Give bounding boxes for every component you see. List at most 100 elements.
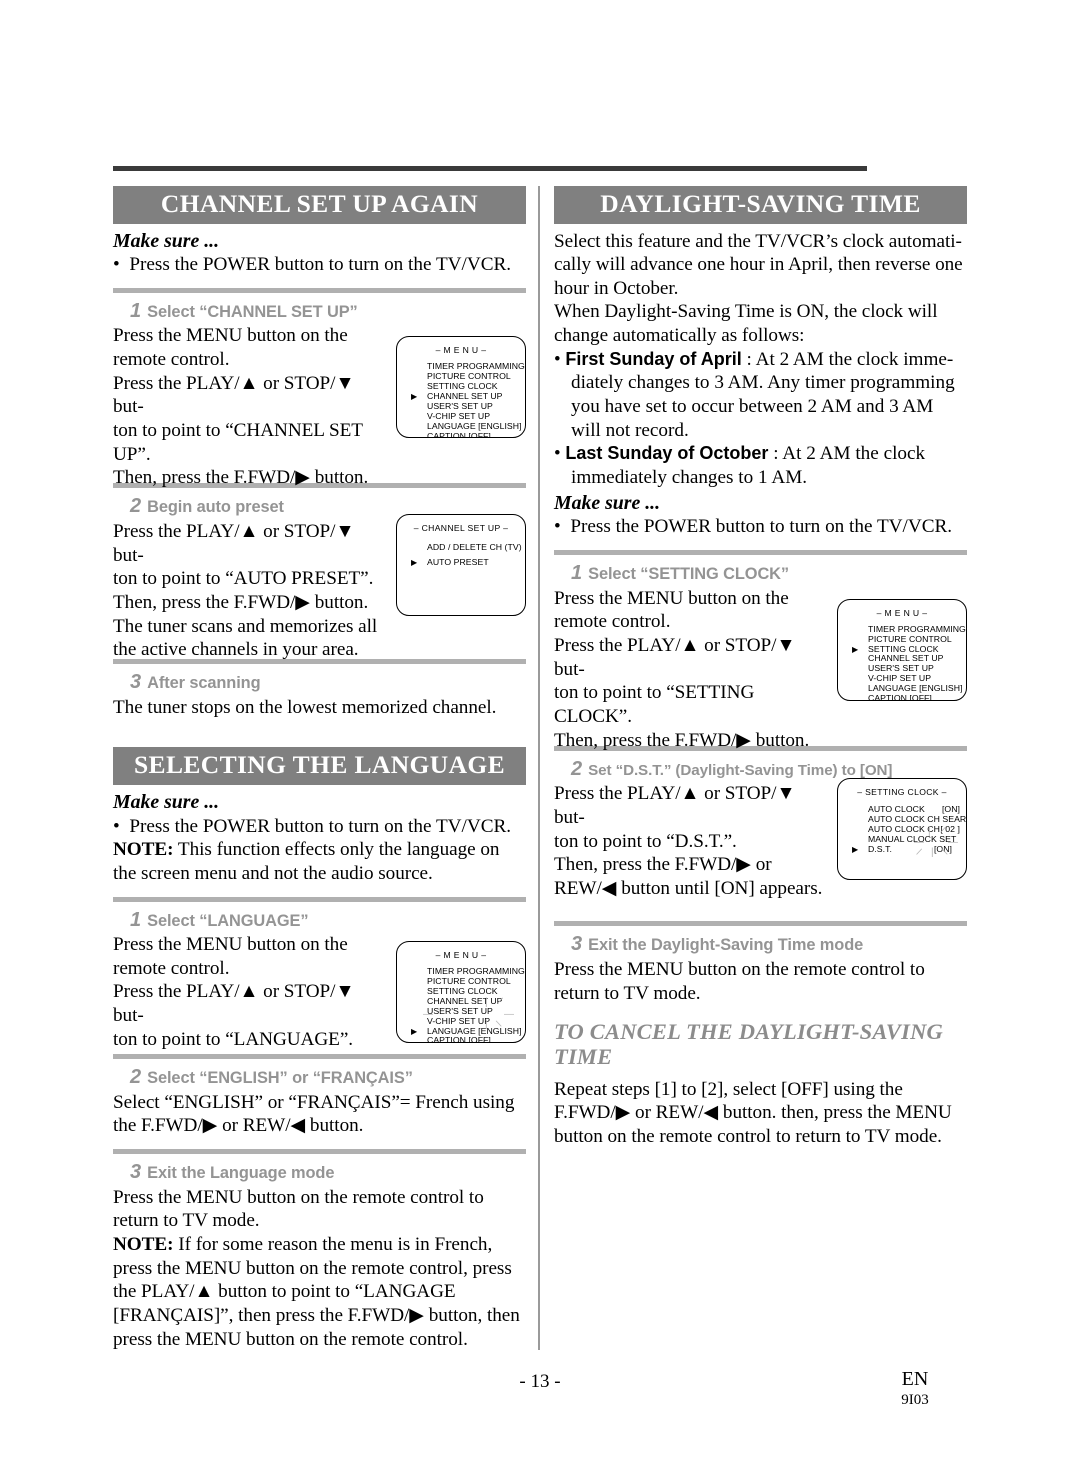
bullet-dot-icon: • (554, 348, 566, 370)
text-line: will not record. (571, 419, 689, 441)
osd-box-wrap: – M E N U – TIMER PROGRAMMING PICTURE CO… (396, 336, 526, 439)
osd-row: CAPTION [OFF] (397, 1035, 525, 1042)
osd-row: CAPTION [OFF] (397, 430, 525, 439)
osd-row: ADD / DELETE CH (TV) (397, 540, 525, 555)
bullet-rest: : At 2 AM the clock imme- (741, 348, 954, 370)
step-divider (554, 921, 967, 927)
text-line: ton to point to “SETTING (554, 682, 755, 704)
step-header-r1-3: 3 Exit the Daylight-Saving Time mode (554, 933, 967, 957)
osd-row-label: CHANNEL SET UP (868, 653, 944, 664)
note-block-language: NOTE: This function effects only the lan… (113, 838, 526, 885)
step-body-l1-3: The tuner stops on the lowest memorized … (113, 696, 526, 720)
osd-row-label: LANGUAGE [ENGLISH] (427, 1025, 522, 1036)
osd-channel-setup-box: – CHANNEL SET UP – ADD / DELETE CH (TV) … (396, 514, 526, 617)
osd-row-label: USER'S SET UP (427, 401, 493, 412)
osd-row-list: TIMER PROGRAMMING PICTURE CONTROL SETTIN… (397, 966, 525, 1042)
osd-row-label: ADD / DELETE CH (TV) (427, 542, 522, 553)
step-label: Exit the Language mode (147, 1164, 335, 1182)
text-line: Press the MENU button on the (113, 934, 348, 956)
selection-arrow-icon: ▶ (852, 644, 859, 654)
text-line: The tuner stops on the lowest memorized … (113, 696, 497, 718)
text-line: ton to point to “AUTO PRESET”. (113, 568, 374, 590)
text-line: • First Sunday of April : At 2 AM the cl… (554, 348, 967, 372)
osd-row-label: CAPTION [OFF] (868, 693, 932, 701)
osd-row-list: ADD / DELETE CH (TV) ▶ AUTO PRESET (397, 540, 525, 570)
text-line: REW/◀ button until [ON] appears. (554, 877, 823, 899)
selection-arrow-icon: ▶ (852, 844, 859, 854)
step-label: Select “CHANNEL SET UP” (147, 302, 358, 321)
osd-row-label: TIMER PROGRAMMING (427, 361, 525, 372)
bullet-rest: : At 2 AM the clock (768, 443, 926, 465)
text-line: press the MENU button on the remote cont… (113, 1257, 512, 1279)
text-line: cally will advance one hour in April, th… (554, 254, 963, 276)
osd-row-label: CHANNEL SET UP (427, 391, 503, 402)
text-line: TO CANCEL THE DAYLIGHT-SAVING (554, 1019, 943, 1045)
page-language-code: EN (901, 1368, 929, 1390)
text-line: immediately changes to 1 AM. (571, 467, 808, 489)
note-label: NOTE: (113, 1233, 174, 1255)
osd-row-label: MANUAL CLOCK SET (868, 834, 957, 844)
osd-row-label: V-CHIP SET UP (868, 673, 932, 684)
top-rule (113, 166, 867, 171)
manual-page: CHANNEL SET UP AGAIN Make sure ... Press… (0, 0, 1080, 1479)
text-line: Then, press the F.FWD/▶ button. (554, 729, 810, 751)
osd-row-label: PICTURE CONTROL (868, 633, 952, 644)
step-number: 3 (130, 671, 142, 694)
step-number: 3 (130, 1161, 142, 1183)
step-number: 2 (130, 495, 142, 518)
text-line: press the MENU button on the remote cont… (113, 1328, 468, 1350)
step-label: Set “D.S.T.” (Daylight-Saving Time) to [… (588, 761, 893, 779)
right-column: DAYLIGHT-SAVING TIME Select this feature… (554, 186, 967, 1149)
text-line: Press the MENU button on the (113, 325, 348, 347)
text-line: The tuner scans and memorizes all (113, 615, 378, 637)
text-line: Press the PLAY/▲ or STOP/▼ but- (554, 635, 796, 680)
step-header-l2-2: 2 Select “ENGLISH” or “FRANÇAIS” (113, 1066, 526, 1090)
osd-row-label: LANGUAGE [ENGLISH] (868, 683, 963, 694)
step-divider (113, 287, 526, 293)
text-line: Press the MENU button on the (554, 587, 789, 609)
text-line: return to TV mode. (113, 1210, 260, 1232)
osd-menu-box-setting-clock: – M E N U – TIMER PROGRAMMING PICTURE CO… (837, 598, 967, 701)
step-body-r1-3: Press the MENU button on the remote cont… (554, 958, 967, 1005)
make-sure-label-2: Make sure ... (113, 790, 220, 813)
osd-row-label: PICTURE CONTROL (427, 976, 511, 986)
osd-row-label: CHANNEL SET UP (427, 995, 503, 1006)
make-sure-bullet-2: Press the POWER button to turn on the TV… (113, 815, 526, 839)
step-body-l2-1: Press the MENU button on the remote cont… (113, 933, 385, 1051)
step-body-l2-2: Select “ENGLISH” or “FRANÇAIS”= French u… (113, 1091, 526, 1138)
text-line: TIME (554, 1044, 613, 1070)
section-title-selecting-the-language: SELECTING THE LANGUAGE (113, 747, 526, 785)
osd-row-label: USER'S SET UP (427, 1005, 493, 1016)
osd-row-label: AUTO PRESET (427, 557, 489, 568)
osd-title: – M E N U – (435, 345, 487, 356)
bullet-bold-lead: First Sunday of April (565, 348, 742, 369)
text-line: the PLAY/▲ button to point to “LANGAGE (113, 1281, 456, 1303)
text-line: Select “ENGLISH” or “FRANÇAIS”= French u… (113, 1091, 515, 1113)
osd-box-wrap: – SETTING CLOCK – AUTO CLOCK [ON] AUTO CL… (837, 778, 967, 881)
step-label: Select “LANGUAGE” (147, 911, 309, 930)
osd-row-label: USER'S SET UP (868, 663, 934, 674)
step-body-l1-1: Press the MENU button on the remote cont… (113, 324, 385, 490)
step-body-r1-2: Press the PLAY/▲ or STOP/▼ but- ton to p… (554, 782, 826, 900)
osd-box-wrap: – CHANNEL SET UP – ADD / DELETE CH (TV) … (396, 514, 526, 617)
step-label: After scanning (147, 674, 261, 693)
text-line: Then, press the F.FWD/▶ button. (113, 467, 369, 489)
osd-row-label: SETTING CLOCK (427, 381, 498, 392)
osd-row-label: AUTO CLOCK CH SEARCH (868, 814, 967, 825)
osd-box-wrap: – M E N U – TIMER PROGRAMMING PICTURE CO… (396, 941, 526, 1044)
step-header-l1-3: 3 After scanning (113, 671, 526, 695)
text-line: the active channels in your area. (113, 639, 359, 661)
step-divider (113, 1054, 526, 1060)
selection-arrow-icon: ▶ (411, 1026, 418, 1036)
note-text: This function effects only the language … (173, 839, 500, 861)
step-label: Select “SETTING CLOCK” (588, 565, 790, 584)
step-label: Begin auto preset (147, 498, 284, 517)
text-line: NOTE: This function effects only the lan… (113, 838, 526, 862)
osd-title: – M E N U – (876, 607, 928, 618)
text-line: diately changes to 3 AM. Any timer progr… (571, 372, 955, 394)
text-line: [FRANÇAIS]”, then press the F.FWD/▶ butt… (113, 1304, 520, 1326)
osd-row-label: CAPTION [OFF] (427, 430, 491, 439)
step-body-l2-3: Press the MENU button on the remote cont… (113, 1186, 526, 1352)
osd-row-value: [ON] (933, 843, 952, 854)
column-divider (538, 186, 540, 1350)
